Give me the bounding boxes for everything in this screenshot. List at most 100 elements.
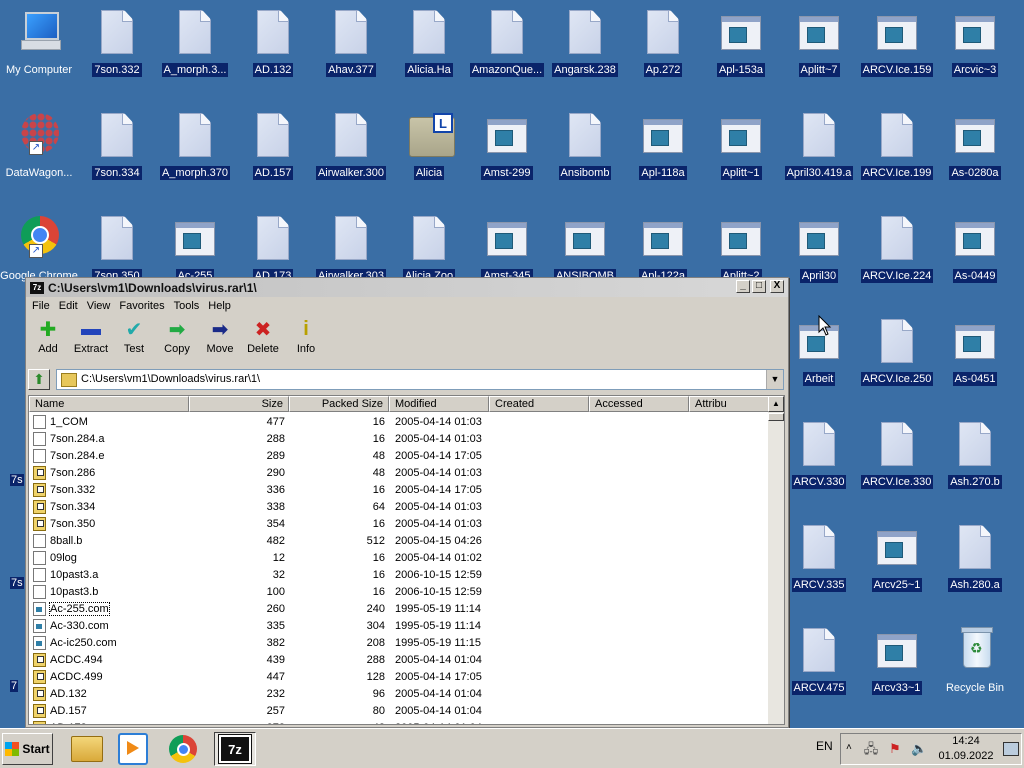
volume-icon[interactable]: 🔈 [911, 742, 927, 756]
desktop-icon[interactable]: Ash.280.a [936, 515, 1014, 607]
test-button[interactable]: ✔ Test [113, 318, 155, 364]
scroll-thumb[interactable] [768, 413, 784, 421]
column-header-created[interactable]: Created [489, 396, 589, 412]
desktop-icon[interactable]: ARCV.475 [780, 618, 858, 710]
desktop-icon[interactable]: Arcvic~3 [936, 0, 1014, 92]
column-header-modified[interactable]: Modified [389, 396, 489, 412]
table-row[interactable]: AD.173 273482005-04-14 01:04 [29, 719, 489, 724]
taskbar-app-7z[interactable]: 7z [214, 732, 256, 766]
clock-date[interactable]: 01.09.2022 [937, 750, 995, 762]
column-header-attribu[interactable]: Attribu [689, 396, 769, 412]
table-row[interactable]: 7son.350 354 16 2005-04-14 01:03 [29, 515, 489, 532]
desktop-icon[interactable]: ARCV.330 [780, 412, 858, 504]
table-row[interactable]: 10past3.a 32 16 2006-10-15 12:59 [29, 566, 489, 583]
desktop-icon[interactable]: ARCV.335 [780, 515, 858, 607]
taskbar-app-media[interactable] [112, 732, 154, 766]
taskbar-app-chrome[interactable] [162, 732, 204, 766]
table-row[interactable]: 10past3.b 100 16 2006-10-15 12:59 [29, 583, 489, 600]
table-row[interactable]: Ac-330.com 335 304 1995-05-19 11:14 [29, 617, 489, 634]
desktop-icon[interactable]: AD.132 [234, 0, 312, 92]
file-list[interactable]: Name Size Packed Size Modified Created Access… [28, 395, 785, 725]
desktop-icon[interactable]: Airwalker.300 [312, 103, 390, 195]
desktop-icon[interactable]: Aplitt~1 [702, 103, 780, 195]
menu-item-tools[interactable]: Tools [174, 300, 200, 312]
desktop-icon[interactable]: Ahav.377 [312, 0, 390, 92]
desktop-icon[interactable]: 7son.334 [78, 103, 156, 195]
up-folder-button[interactable]: ⬆ [28, 369, 50, 390]
desktop-icon[interactable]: As-0280a [936, 103, 1014, 195]
move-button[interactable]: ➡ Move [199, 318, 241, 364]
action-center-flag-icon[interactable]: ⚑ [887, 742, 903, 756]
desktop-icon[interactable]: Amst-299 [468, 103, 546, 195]
desktop-icon[interactable]: As-0451 [936, 309, 1014, 401]
desktop-icon[interactable]: ARCV.Ice.330 [858, 412, 936, 504]
taskbar-app-explorer[interactable] [66, 732, 108, 766]
desktop-icon[interactable]: Apl-118a [624, 103, 702, 195]
copy-button[interactable]: ➡ Copy [156, 318, 198, 364]
menu-item-favorites[interactable]: Favorites [119, 300, 164, 312]
column-header-accessed[interactable]: Accessed [589, 396, 689, 412]
desktop-icon[interactable]: Apl-153a [702, 0, 780, 92]
info-button[interactable]: i Info [285, 318, 327, 364]
menu-item-help[interactable]: Help [208, 300, 231, 312]
table-row[interactable]: 7son.334 338 64 2005-04-14 01:03 [29, 498, 489, 515]
desktop-icon[interactable]: ARCV.Ice.159 [858, 0, 936, 92]
desktop-icon[interactable]: Angarsk.238 [546, 0, 624, 92]
close-button[interactable]: X [770, 280, 784, 293]
network-icon[interactable]: 🖧 [863, 742, 879, 756]
desktop-icon[interactable]: Ansibomb [546, 103, 624, 195]
desktop-icon[interactable]: My Computer [0, 0, 78, 92]
desktop-icon[interactable]: April30.419.a [780, 103, 858, 195]
desktop-icon[interactable]: ARCV.Ice.199 [858, 103, 936, 195]
table-row[interactable]: 1_COM 477 16 2005-04-14 01:03 [29, 413, 489, 430]
table-row[interactable]: ACDC.494 439 288 2005-04-14 01:04 [29, 651, 489, 668]
desktop-icon[interactable]: A_morph.370 [156, 103, 234, 195]
column-header-size[interactable]: Size [189, 396, 289, 412]
address-combobox[interactable]: C:\Users\vm1\Downloads\virus.rar\1\ ▼ [56, 369, 784, 390]
desktop-icon[interactable]: Arcv25~1 [858, 515, 936, 607]
minimize-button[interactable]: _ [736, 280, 750, 293]
desktop-icon[interactable]: Aplitt~7 [780, 0, 858, 92]
menu-item-edit[interactable]: Edit [59, 300, 78, 312]
maximize-button[interactable]: □ [752, 280, 766, 293]
scroll-up-arrow[interactable]: ▲ [768, 396, 784, 412]
add-button[interactable]: ✚ Add [27, 318, 69, 364]
chevron-down-icon[interactable]: ▼ [766, 370, 783, 389]
table-row[interactable]: 7son.284.a 288 16 2005-04-14 01:03 [29, 430, 489, 447]
menu-item-file[interactable]: File [32, 300, 50, 312]
desktop-icon[interactable]: Ap.272 [624, 0, 702, 92]
extract-button[interactable]: ▬ Extract [70, 318, 112, 364]
desktop-icon[interactable]: 7son.332 [78, 0, 156, 92]
vertical-scrollbar[interactable]: ▲ [768, 396, 784, 724]
table-row[interactable]: 7son.284.e 289 48 2005-04-14 17:05 [29, 447, 489, 464]
table-row[interactable]: ACDC.499 447 128 2005-04-14 17:05 [29, 668, 489, 685]
start-button[interactable]: Start [2, 733, 53, 765]
desktop-icon[interactable]: April30 [780, 206, 858, 298]
desktop-icon[interactable]: L Alicia [390, 103, 468, 195]
desktop-icon[interactable]: Recycle Bin [936, 618, 1014, 710]
table-row[interactable]: 09log 12 16 2005-04-14 01:02 [29, 549, 489, 566]
desktop-icon[interactable]: AD.157 [234, 103, 312, 195]
desktop-icon[interactable]: AmazonQue... [468, 0, 546, 92]
desktop-icon[interactable]: Alicia.Ha [390, 0, 468, 92]
desktop-icon[interactable]: ARCV.Ice.250 [858, 309, 936, 401]
desktop-icon[interactable]: A_morph.3... [156, 0, 234, 92]
table-row[interactable]: AD.132 232 96 2005-04-14 01:04 [29, 685, 489, 702]
table-row[interactable]: Ac-255.com 260 240 1995-05-19 11:14 [29, 600, 489, 617]
clock-time[interactable]: 14:24 [941, 735, 991, 747]
language-indicator[interactable]: EN [816, 739, 833, 753]
column-header-packed-size[interactable]: Packed Size [289, 396, 389, 412]
table-row[interactable]: 8ball.b 482 512 2005-04-15 04:26 [29, 532, 489, 549]
table-row[interactable]: Ac-ic250.com 382 208 1995-05-19 11:15 [29, 634, 489, 651]
desktop-icon[interactable]: Ash.270.b [936, 412, 1014, 504]
desktop-icon[interactable]: As-0449 [936, 206, 1014, 298]
show-desktop-icon[interactable] [1003, 742, 1019, 756]
show-hidden-icons-chevron-icon[interactable]: ˄ [846, 742, 852, 753]
desktop-icon[interactable]: Arcv33~1 [858, 618, 936, 710]
desktop-icon[interactable]: ↗ DataWagon... [0, 103, 78, 195]
menu-item-view[interactable]: View [87, 300, 111, 312]
delete-button[interactable]: ✖ Delete [242, 318, 284, 364]
table-row[interactable]: AD.157 257 80 2005-04-14 01:04 [29, 702, 489, 719]
table-row[interactable]: 7son.286 290 48 2005-04-14 01:03 [29, 464, 489, 481]
desktop-icon[interactable]: ARCV.Ice.224 [858, 206, 936, 298]
